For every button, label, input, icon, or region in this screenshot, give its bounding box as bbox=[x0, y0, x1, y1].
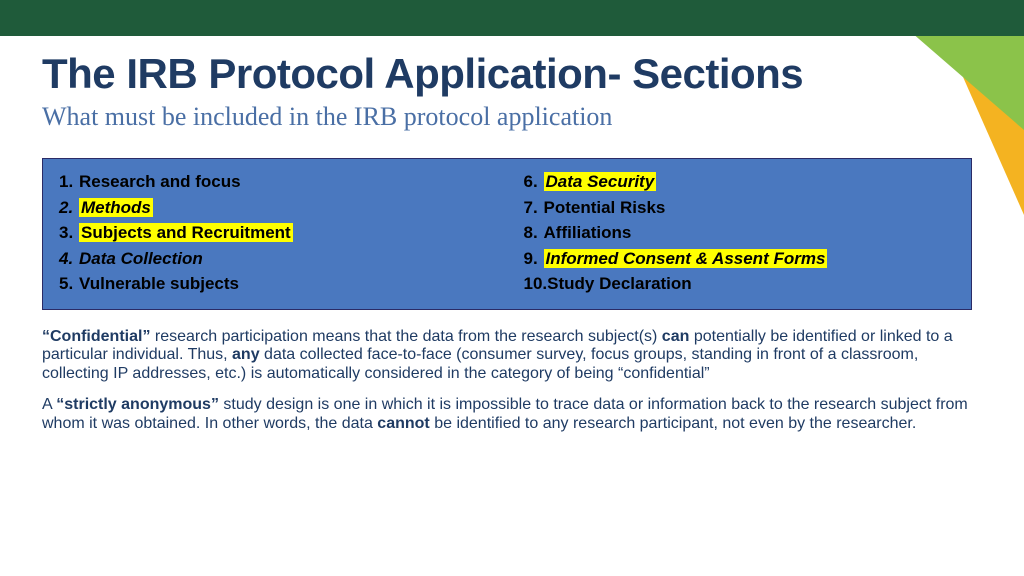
content-area: The IRB Protocol Application- Sections W… bbox=[42, 52, 982, 434]
section-item: 8. Affiliations bbox=[524, 220, 956, 246]
section-number: 4. bbox=[59, 246, 79, 272]
section-label: Methods bbox=[79, 198, 153, 217]
section-item: 7. Potential Risks bbox=[524, 195, 956, 221]
section-item: 4. Data Collection bbox=[59, 246, 491, 272]
section-number: 10. bbox=[524, 271, 548, 297]
section-label: Research and focus bbox=[79, 172, 241, 191]
bold-confidential: “Confidential” bbox=[42, 328, 150, 345]
bold-can: can bbox=[662, 328, 690, 345]
section-item: 3. Subjects and Recruitment bbox=[59, 220, 491, 246]
section-number: 5. bbox=[59, 271, 79, 297]
text: be identified to any research participan… bbox=[430, 415, 917, 432]
section-label: Affiliations bbox=[544, 223, 632, 242]
top-bar bbox=[0, 0, 1024, 36]
slide-title: The IRB Protocol Application- Sections bbox=[42, 52, 982, 96]
section-number: 8. bbox=[524, 220, 544, 246]
sections-box: 1. Research and focus2. Methods3. Subjec… bbox=[42, 158, 972, 310]
section-number: 3. bbox=[59, 220, 79, 246]
section-label: Potential Risks bbox=[544, 198, 666, 217]
section-label: Informed Consent & Assent Forms bbox=[544, 249, 828, 268]
paragraph-confidential: “Confidential” research participation me… bbox=[42, 328, 982, 385]
bold-cannot: cannot bbox=[377, 415, 429, 432]
section-label: Data Collection bbox=[79, 249, 203, 268]
section-number: 1. bbox=[59, 169, 79, 195]
section-item: 5. Vulnerable subjects bbox=[59, 271, 491, 297]
section-number: 2. bbox=[59, 195, 79, 221]
section-label: Study Declaration bbox=[547, 274, 692, 293]
text: A bbox=[42, 396, 56, 413]
section-item: 2. Methods bbox=[59, 195, 491, 221]
bold-strictly-anonymous: “strictly anonymous” bbox=[56, 396, 219, 413]
section-label: Data Security bbox=[544, 172, 657, 191]
slide-subtitle: What must be included in the IRB protoco… bbox=[42, 102, 982, 132]
section-number: 6. bbox=[524, 169, 544, 195]
section-number: 9. bbox=[524, 246, 544, 272]
section-item: 6. Data Security bbox=[524, 169, 956, 195]
section-item: 10. Study Declaration bbox=[524, 271, 956, 297]
bold-any: any bbox=[232, 346, 260, 363]
section-item: 1. Research and focus bbox=[59, 169, 491, 195]
section-label: Subjects and Recruitment bbox=[79, 223, 293, 242]
slide: The IRB Protocol Application- Sections W… bbox=[0, 0, 1024, 576]
section-number: 7. bbox=[524, 195, 544, 221]
sections-col-right: 6. Data Security7. Potential Risks8. Aff… bbox=[507, 159, 972, 309]
sections-col-left: 1. Research and focus2. Methods3. Subjec… bbox=[43, 159, 507, 309]
section-label: Vulnerable subjects bbox=[79, 274, 239, 293]
paragraph-anonymous: A “strictly anonymous” study design is o… bbox=[42, 396, 982, 434]
text: research participation means that the da… bbox=[150, 328, 661, 345]
section-item: 9. Informed Consent & Assent Forms bbox=[524, 246, 956, 272]
